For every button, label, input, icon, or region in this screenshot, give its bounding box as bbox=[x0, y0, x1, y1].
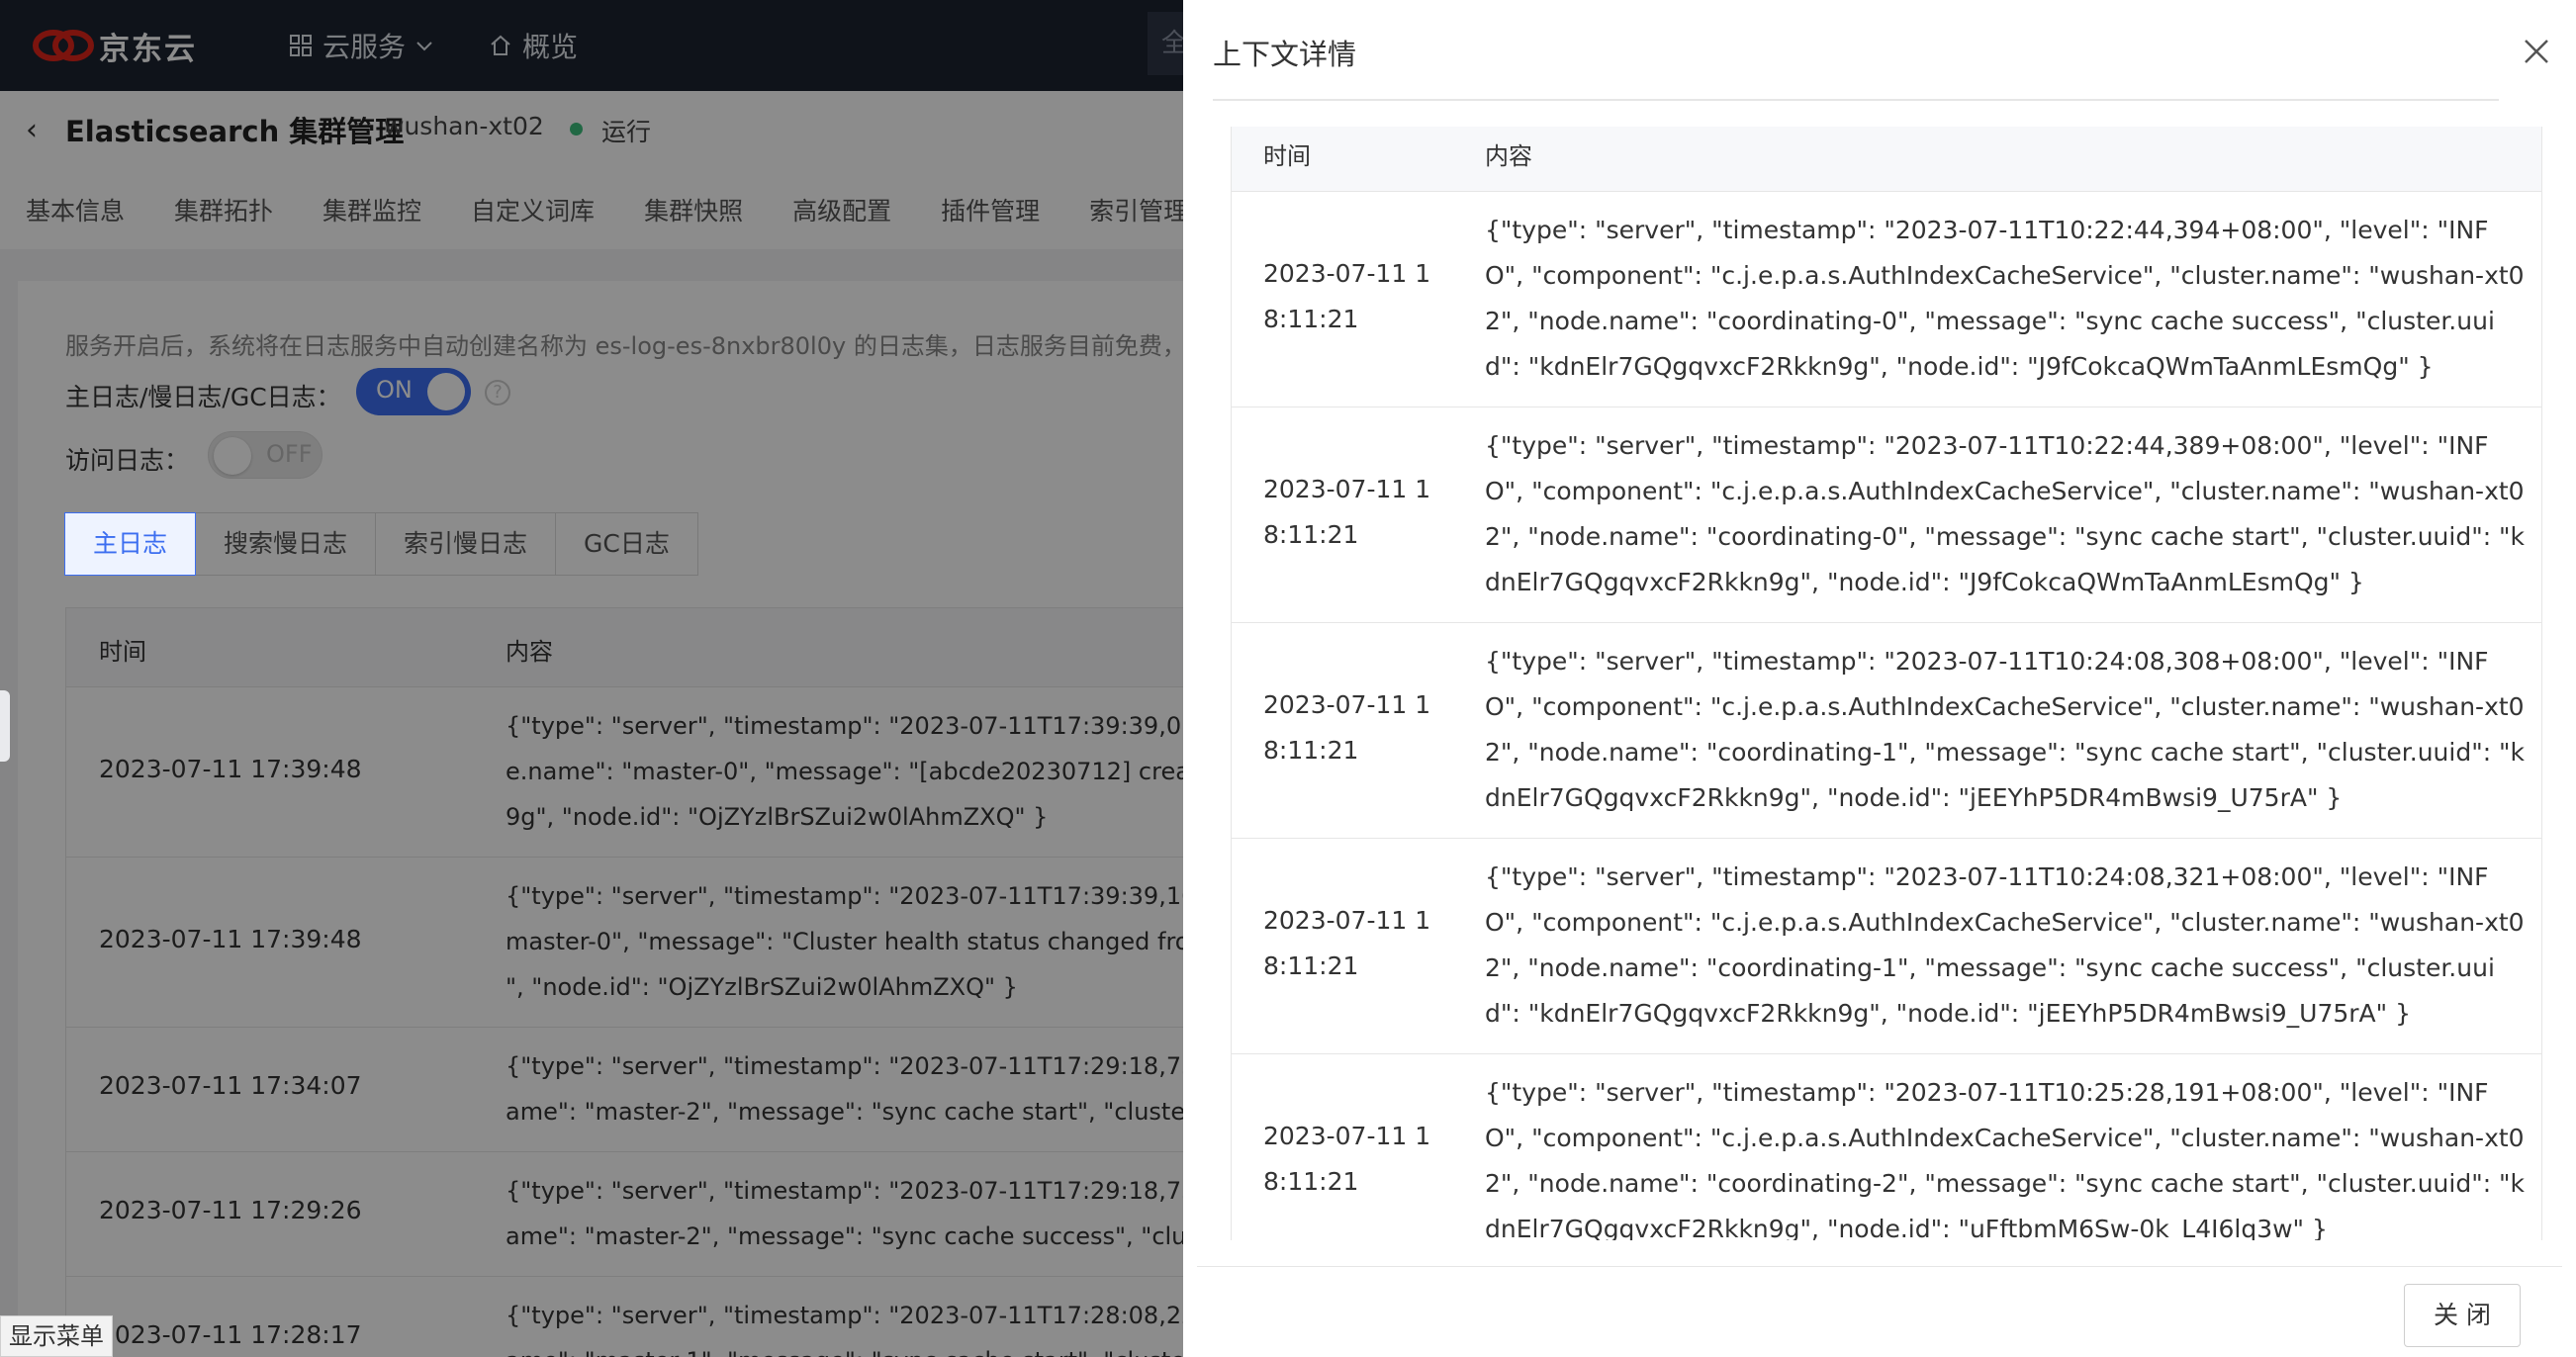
col-time: 时间 bbox=[1263, 142, 1311, 170]
row-time: 2023-07-11 18:11:21 bbox=[1263, 259, 1431, 333]
row-content: {"type": "server", "timestamp": "2023-07… bbox=[1485, 1078, 2526, 1240]
sidebar-collapse-handle[interactable] bbox=[0, 690, 10, 762]
table-row[interactable]: 2023-07-11 18:11:21 {"type": "server", "… bbox=[1232, 623, 2541, 839]
context-table-header: 时间 内容 bbox=[1232, 127, 2541, 192]
row-time: 2023-07-11 18:11:21 bbox=[1263, 906, 1431, 980]
drawer-footer-divider bbox=[1197, 1266, 2562, 1267]
close-icon[interactable] bbox=[2521, 36, 2552, 67]
modal-overlay[interactable] bbox=[0, 0, 1187, 1357]
row-time: 2023-07-11 18:11:21 bbox=[1263, 690, 1431, 765]
table-row[interactable]: 2023-07-11 18:11:21 {"type": "server", "… bbox=[1232, 1054, 2541, 1240]
col-content: 内容 bbox=[1485, 142, 1532, 170]
drawer-divider bbox=[1213, 99, 2499, 101]
row-time: 2023-07-11 18:11:21 bbox=[1263, 475, 1431, 549]
row-content: {"type": "server", "timestamp": "2023-07… bbox=[1485, 862, 2525, 1028]
table-row[interactable]: 2023-07-11 18:11:21 {"type": "server", "… bbox=[1232, 192, 2541, 407]
row-time: 2023-07-11 18:11:21 bbox=[1263, 1122, 1431, 1196]
row-content: {"type": "server", "timestamp": "2023-07… bbox=[1485, 216, 2525, 381]
table-row[interactable]: 2023-07-11 18:11:21 {"type": "server", "… bbox=[1232, 407, 2541, 623]
show-menu-button[interactable]: 显示菜单 bbox=[0, 1315, 113, 1357]
close-button[interactable]: 关 闭 bbox=[2404, 1284, 2521, 1347]
tab-main-log[interactable]: 主日志 bbox=[64, 512, 197, 576]
drawer-title: 上下文详情 bbox=[1213, 38, 1357, 71]
row-content: {"type": "server", "timestamp": "2023-07… bbox=[1485, 431, 2526, 596]
table-row[interactable]: 2023-07-11 18:11:21 {"type": "server", "… bbox=[1232, 839, 2541, 1054]
context-detail-drawer: 上下文详情 时间 内容 2023-07-11 18:11:21 {"type":… bbox=[1183, 0, 2576, 1357]
context-table: 时间 内容 2023-07-11 18:11:21 {"type": "serv… bbox=[1231, 127, 2542, 1240]
row-content: {"type": "server", "timestamp": "2023-07… bbox=[1485, 647, 2526, 812]
